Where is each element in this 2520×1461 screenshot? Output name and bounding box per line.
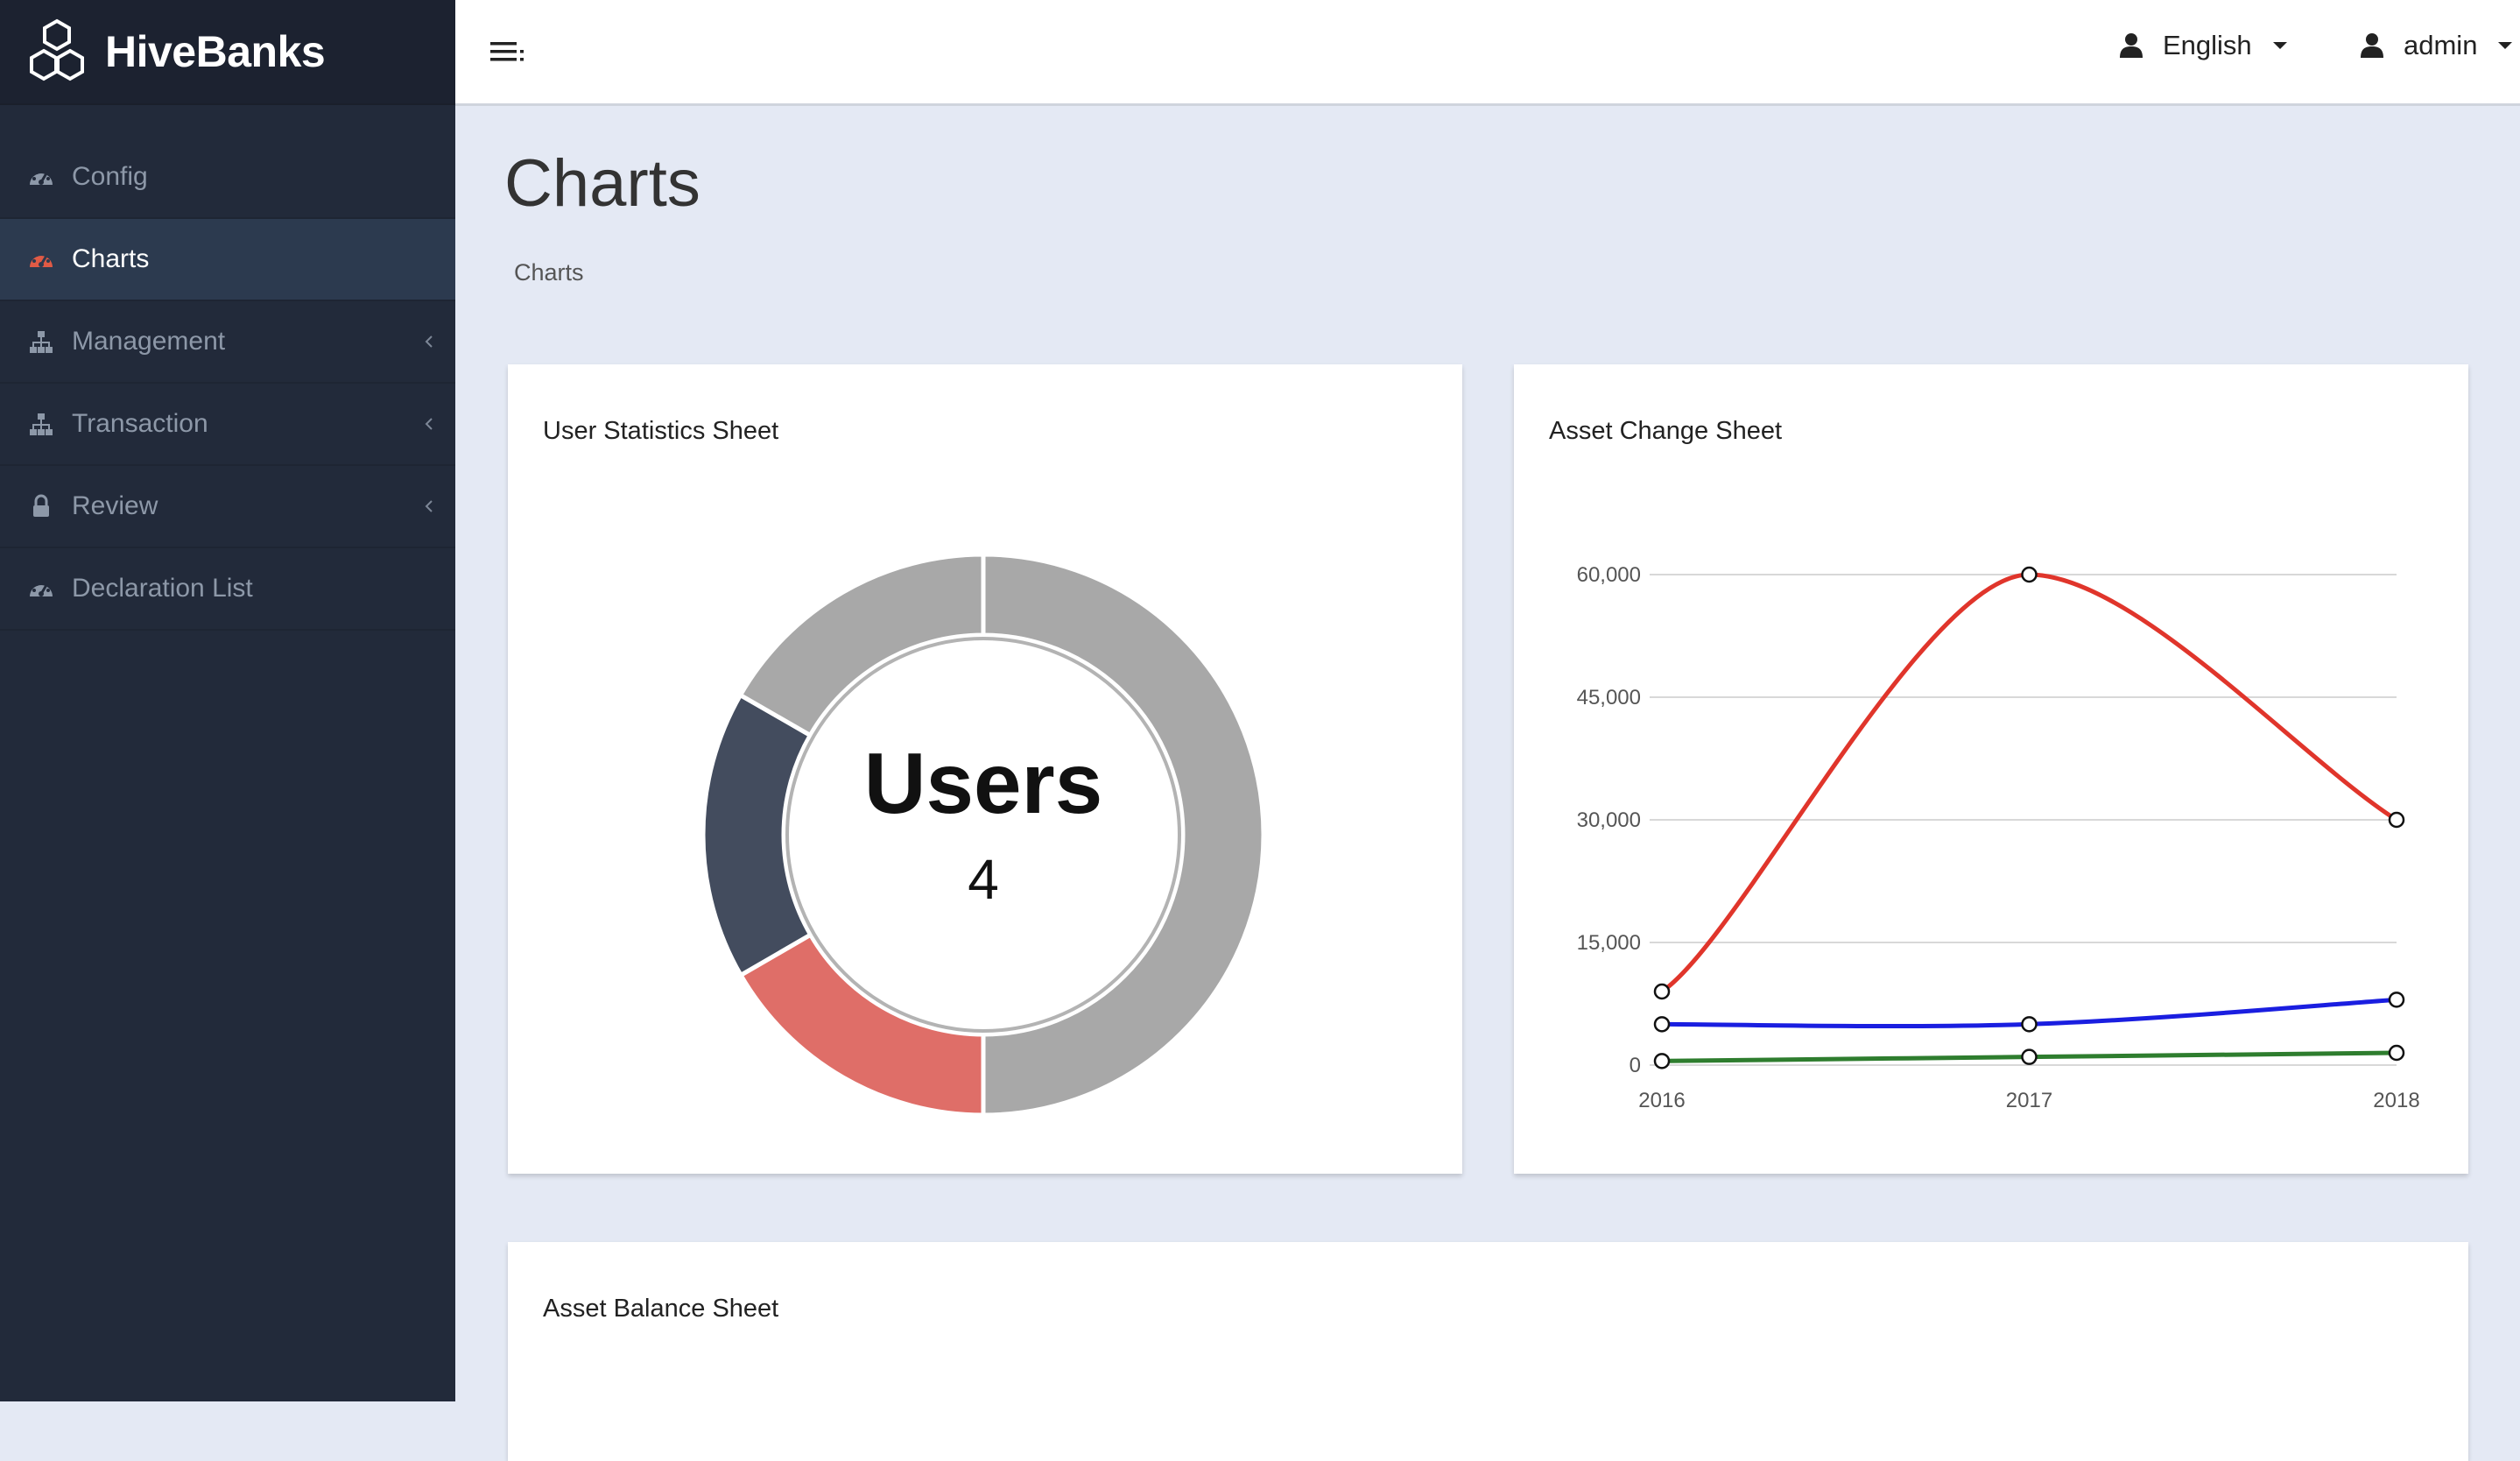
sidebar-item-label: Management — [72, 327, 226, 356]
donut-center-value: 4 — [968, 848, 999, 911]
x-tick-label: 2018 — [2373, 1089, 2419, 1112]
sidebar-item-transaction[interactable]: Transaction — [0, 384, 455, 466]
asset-line-chart: 0 15,000 30,000 45,000 60,000 2016 2017 2018 — [1577, 563, 2420, 1112]
caret-down-icon — [2272, 42, 2287, 49]
dashboard-icon — [28, 246, 54, 272]
sidebar-nav: Config Charts Management Transaction Review D… — [0, 137, 455, 631]
y-tick-label: 60,000 — [1577, 563, 1641, 587]
sidebar-item-label: Transaction — [72, 409, 208, 438]
donut-center-label: Users — [864, 735, 1102, 831]
series-line — [1660, 572, 2398, 994]
data-point[interactable] — [2388, 811, 2405, 829]
data-point[interactable] — [2021, 1048, 2038, 1065]
data-point[interactable] — [2388, 992, 2405, 1008]
chevron-left-icon — [425, 500, 433, 512]
dashboard-icon — [28, 164, 54, 190]
data-point[interactable] — [2388, 1044, 2405, 1062]
data-point[interactable] — [2021, 1016, 2038, 1033]
user-icon — [2120, 33, 2143, 58]
sidebar-item-label: Config — [72, 162, 148, 191]
user-icon — [2361, 33, 2383, 58]
y-tick-label: 45,000 — [1577, 686, 1641, 709]
lock-icon — [28, 493, 54, 519]
sitemap-icon — [28, 411, 54, 437]
card-title: Asset Balance Sheet — [543, 1295, 779, 1323]
sidebar-item-review[interactable]: Review — [0, 466, 455, 548]
asset-change-card: Asset Change Sheet 0 15,000 30,000 45,000 60… — [1514, 364, 2468, 1174]
user-dropdown[interactable]: admin — [2360, 28, 2513, 63]
sidebar-item-label: Declaration List — [72, 574, 253, 603]
language-label: English — [2163, 30, 2252, 60]
donut-inner-ring — [785, 637, 1181, 1033]
y-tick-label: 15,000 — [1577, 931, 1641, 955]
donut-slice[interactable] — [700, 692, 814, 978]
sidebar: HiveBanks Config Charts Management Transact… — [0, 0, 455, 1401]
data-point[interactable] — [1653, 1053, 1671, 1069]
language-dropdown[interactable]: English — [2119, 28, 2287, 63]
asset-balance-card: Asset Balance Sheet — [508, 1242, 2468, 1461]
topbar: English admin — [455, 0, 2520, 106]
x-tick-label: 2016 — [1638, 1089, 1685, 1112]
brand-name: HiveBanks — [105, 27, 326, 76]
sidebar-item-label: Review — [72, 491, 158, 520]
sidebar-item-charts[interactable]: Charts — [0, 219, 455, 301]
username-label: admin — [2404, 30, 2478, 60]
data-point[interactable] — [1653, 1016, 1671, 1033]
sitemap-icon — [28, 328, 54, 355]
sidebar-item-config[interactable]: Config — [0, 137, 455, 219]
menu-toggle-icon[interactable] — [490, 39, 527, 65]
y-tick-label: 30,000 — [1577, 808, 1641, 832]
sidebar-item-label: Charts — [72, 244, 150, 273]
dashboard-icon — [28, 575, 54, 602]
chevron-left-icon — [425, 335, 433, 348]
donut-slice[interactable] — [981, 552, 1266, 1118]
chevron-left-icon — [425, 418, 433, 430]
sidebar-item-management[interactable]: Management — [0, 301, 455, 384]
y-tick-label: 0 — [1630, 1054, 1641, 1077]
user-donut-chart: Users 4 — [700, 552, 1266, 1118]
brand[interactable]: HiveBanks — [0, 0, 455, 105]
hive-logo-icon — [30, 18, 84, 81]
page-title: Charts — [504, 146, 700, 221]
caret-down-icon — [2498, 42, 2513, 49]
user-statistics-card: User Statistics Sheet Users 4 — [508, 364, 1462, 1174]
x-tick-label: 2017 — [2006, 1089, 2052, 1112]
breadcrumb[interactable]: Charts — [514, 259, 584, 286]
sidebar-item-declaration-list[interactable]: Declaration List — [0, 548, 455, 631]
donut-slice[interactable] — [737, 552, 986, 738]
donut-slice[interactable] — [737, 931, 986, 1118]
data-point[interactable] — [1653, 983, 1671, 1000]
data-point[interactable] — [2021, 566, 2038, 583]
